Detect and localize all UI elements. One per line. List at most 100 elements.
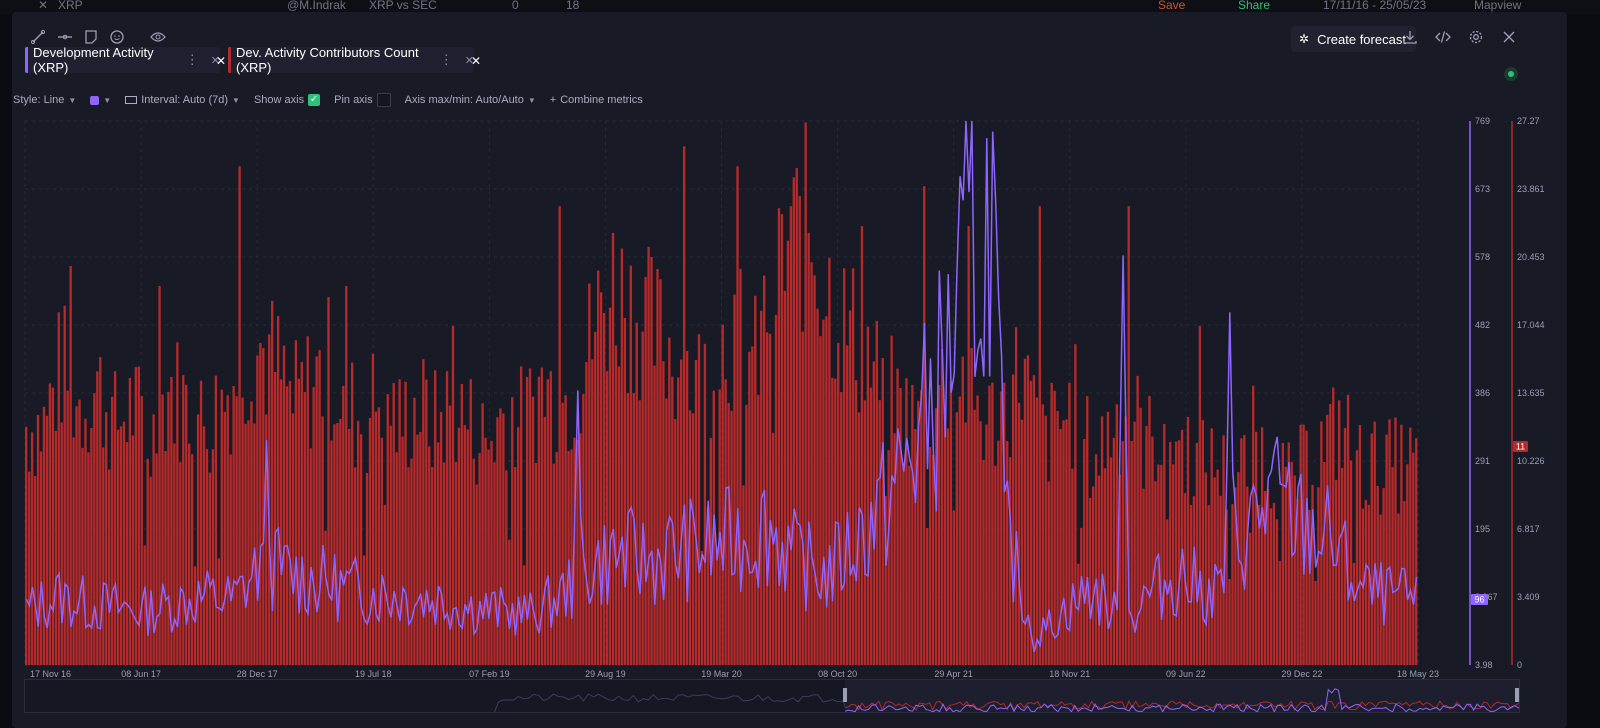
contributors-bar [594,331,597,665]
contributors-bar [1394,417,1397,665]
y-axis-tick-label-left: 578 [1475,252,1490,262]
contributors-bar [525,376,529,665]
contributors-bar [1231,504,1234,665]
contributors-bar [798,196,801,665]
contributors-bar [425,379,428,665]
contributors-bar [602,313,606,665]
contributors-bar [1340,467,1344,665]
contributors-bar [119,426,123,665]
contributors-bar [1169,441,1172,665]
contributors-bar [825,316,828,665]
contributors-bar [1172,464,1175,665]
contributors-bar [641,331,644,665]
contributors-bar [1219,495,1222,665]
contributors-bar [87,452,90,665]
chart-area[interactable]: 7696735784823862911953.9673.9827.2723.86… [0,0,1600,728]
contributors-bar [620,248,624,665]
contributors-bar [116,429,120,665]
contributors-bar [327,297,330,665]
contributors-bar [1097,475,1101,665]
contributors-bar [413,397,416,665]
contributors-bar [682,146,686,665]
contributors-bar [599,292,603,665]
contributors-bar [659,279,662,665]
contributors-bar [303,392,306,665]
contributors-bar [1130,440,1133,665]
contributors-bar [211,449,215,665]
contributors-bar [128,377,132,665]
contributors-bar [588,283,591,665]
contributors-bar [555,451,558,665]
contributors-bar [994,465,997,665]
contributors-bar [392,382,395,665]
contributors-bar [309,448,312,665]
contributors-bar [496,417,499,665]
contributors-bar [1335,479,1338,665]
contributors-bar [318,350,321,665]
contributors-bar [1314,580,1317,665]
contributors-bar [807,232,810,665]
contributors-bar [348,428,351,665]
contributors-bar [638,400,641,665]
contributors-bar [828,257,831,665]
contributors-bar [914,429,917,665]
contributors-bar [508,539,511,665]
x-axis-tick-label: 19 Jul 18 [355,669,392,679]
contributors-bar [605,371,609,665]
contributors-bar [102,447,105,665]
contributors-bar [475,484,478,665]
contributors-bar [93,393,96,665]
contributors-bar [188,443,191,665]
contributors-bar [33,476,37,665]
contributors-bar [389,425,392,665]
contributors-bar [419,431,422,665]
contributors-bar [656,269,659,665]
contributors-bar [1332,387,1335,665]
contributors-bar [161,394,164,665]
contributors-bar [282,345,286,665]
contributors-bar [881,357,884,665]
contributors-bar [1254,431,1258,665]
contributors-bar [644,277,647,665]
contributors-bar [528,368,532,665]
contributors-bar [1266,489,1270,665]
contributors-bar [324,530,327,665]
contributors-bar [1376,485,1379,665]
contributors-bar [1415,438,1418,665]
contributors-bar [273,371,277,665]
contributors-bar [564,395,567,665]
contributors-bar [279,379,283,665]
contributors-bar [958,396,961,665]
navigator-left-handle [843,688,847,702]
contributors-bar [351,362,354,665]
last-value-left: 96 [1474,595,1484,605]
contributors-bar [297,378,301,665]
last-value-right: 11 [1516,442,1525,452]
x-axis-tick-label: 18 May 23 [1397,669,1439,679]
contributors-bar [1305,430,1308,665]
contributors-bar [997,440,1000,665]
contributors-bar [1062,420,1065,665]
y-axis-tick-label-right: 3.409 [1517,592,1540,602]
contributors-bar [220,389,223,665]
contributors-bar [1198,325,1202,665]
contributors-bar [1358,424,1362,665]
contributors-bar [591,359,594,665]
contributors-bar [30,432,34,665]
contributors-bar [359,434,363,665]
contributors-bar [902,463,905,665]
contributors-bar [691,413,695,665]
contributors-bar [1086,396,1089,665]
contributors-bar [970,347,973,665]
contributors-bar [718,389,721,665]
contributors-bar [42,406,46,665]
y-axis-tick-label-right: 23.861 [1517,184,1545,194]
contributors-bar [1006,440,1009,665]
contributors-bar [1326,414,1329,665]
contributors-bar [597,270,600,665]
contributors-bar [81,447,84,665]
contributors-bar [330,440,333,665]
contributors-bar [502,413,505,665]
navigator-overview[interactable] [24,679,1520,713]
y-axis-tick-label-right: 0 [1517,660,1522,670]
